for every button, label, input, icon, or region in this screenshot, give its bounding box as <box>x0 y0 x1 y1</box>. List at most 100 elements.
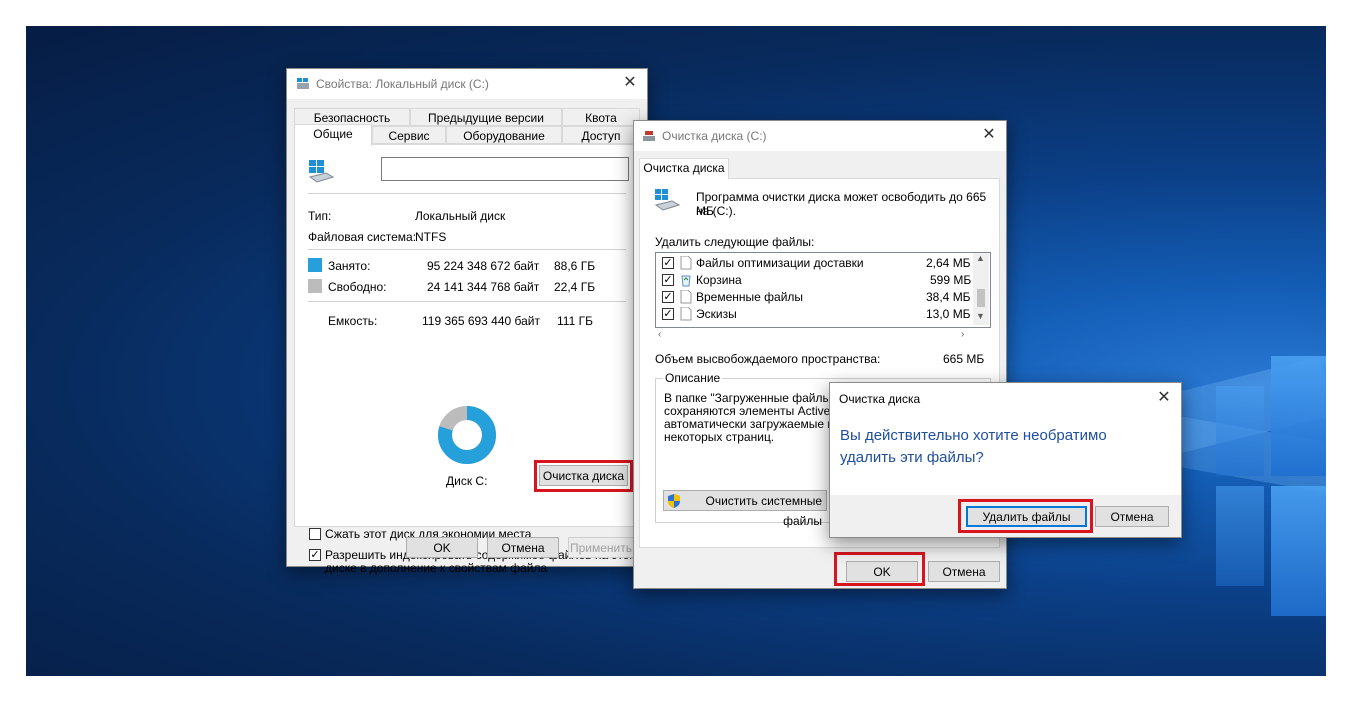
tab-hardware[interactable]: Оборудование <box>446 126 562 144</box>
general-panel: Тип: Локальный диск Файловая система: NT… <box>294 144 640 575</box>
cancel-button[interactable]: Отмена <box>1095 506 1169 527</box>
file-icon <box>680 290 692 304</box>
highlight-frame <box>958 499 1093 533</box>
index-checkbox[interactable]: ✓ <box>309 549 321 561</box>
file-size: 38,4 МБ <box>926 290 971 304</box>
used-label: Занято: <box>328 259 371 273</box>
file-checkbox[interactable]: ✓ <box>662 308 674 320</box>
capacity-bytes: 119 365 693 440 байт <box>422 314 541 328</box>
properties-titlebar[interactable]: Свойства: Локальный диск (C:) ✕ <box>287 69 647 99</box>
highlight-frame <box>834 552 925 586</box>
drive-icon <box>297 78 309 89</box>
highlight-frame <box>534 460 633 492</box>
index-label-line2: диске в дополнение к свойствам файла <box>325 561 548 575</box>
file-size: 2,64 МБ <box>926 256 971 270</box>
divider <box>308 301 626 302</box>
used-swatch <box>308 258 322 272</box>
cleanup-intro-line2: на (C:). <box>696 204 736 218</box>
file-icon <box>680 256 692 270</box>
properties-window: Свойства: Локальный диск (C:) ✕ Безопасн… <box>286 68 648 575</box>
file-checkbox[interactable]: ✓ <box>662 291 674 303</box>
cancel-button[interactable]: Отмена <box>928 561 1000 582</box>
drive-icon <box>308 160 334 183</box>
list-item[interactable]: ✓ Корзина 599 МБ <box>656 272 972 289</box>
description-line: некоторых страниц. <box>664 430 775 444</box>
used-bytes: 95 224 348 672 байт <box>427 259 540 273</box>
cancel-button[interactable]: Отмена <box>487 537 559 558</box>
clean-system-files-button[interactable]: Очистить системные файлы <box>663 490 827 528</box>
capacity-label: Емкость: <box>328 314 378 328</box>
type-value: Локальный диск <box>415 209 506 223</box>
recycle-bin-icon <box>681 275 691 287</box>
close-icon[interactable]: ✕ <box>1155 389 1173 407</box>
confirm-message-line1: Вы действительно хотите необратимо <box>840 427 1107 444</box>
file-size: 13,0 МБ <box>926 307 971 321</box>
disk-cleanup-icon <box>643 131 655 141</box>
disk-usage-donut <box>438 406 496 464</box>
compress-checkbox[interactable] <box>309 528 321 540</box>
divider <box>308 193 626 194</box>
free-bytes: 24 141 344 768 байт <box>427 280 540 294</box>
apply-button[interactable]: Применить <box>568 537 634 558</box>
horizontal-scrollbar[interactable]: ‹ › <box>656 328 972 344</box>
tab-disk-cleanup[interactable]: Очистка диска <box>639 158 729 179</box>
description-line: сохраняются элементы ActiveX и <box>664 404 849 418</box>
tab-sharing[interactable]: Доступ <box>562 126 640 144</box>
scroll-down-icon[interactable]: ▼ <box>976 311 985 321</box>
delete-files-label: Удалить следующие файлы: <box>655 235 815 249</box>
shield-icon <box>668 494 680 508</box>
list-item[interactable]: ✓ Файлы оптимизации доставки 2,64 МБ <box>656 255 972 272</box>
tab-general[interactable]: Общие <box>294 124 372 146</box>
confirm-title: Очистка диска <box>839 392 921 406</box>
cleanup-intro-line1: Программа очистки диска может освободить… <box>696 190 987 218</box>
free-gb: 22,4 ГБ <box>554 280 596 294</box>
list-item[interactable]: ✓ Эскизы 13,0 МБ <box>656 306 972 323</box>
free-label: Свободно: <box>328 280 387 294</box>
filesystem-label: Файловая система: <box>308 230 417 244</box>
free-swatch <box>308 279 322 293</box>
tab-service[interactable]: Сервис <box>372 126 446 144</box>
confirm-message-line2: удалить эти файлы? <box>840 449 984 466</box>
description-line: В папке "Загруженные файлы пр <box>664 391 848 405</box>
file-size: 599 МБ <box>930 273 972 287</box>
file-name: Файлы оптимизации доставки <box>696 256 864 270</box>
ok-button[interactable]: OK <box>406 537 478 558</box>
close-icon[interactable]: ✕ <box>621 74 639 92</box>
cleanup-title: Очистка диска (C:) <box>662 129 767 143</box>
file-checkbox[interactable]: ✓ <box>662 274 674 286</box>
divider <box>308 249 626 250</box>
description-line: автоматически загружаемые из <box>664 417 840 431</box>
windows-logo-pane <box>1216 486 1264 586</box>
space-label: Объем высвобождаемого пространства: <box>655 352 881 366</box>
type-label: Тип: <box>308 209 332 223</box>
tab-quota[interactable]: Квота <box>562 108 640 126</box>
used-gb: 88,6 ГБ <box>554 259 596 273</box>
files-list[interactable]: ✓ Файлы оптимизации доставки 2,64 МБ ✓ К… <box>655 252 991 328</box>
filesystem-value: NTFS <box>415 230 447 244</box>
drive-icon <box>654 189 680 211</box>
scroll-thumb[interactable] <box>977 289 985 307</box>
file-name: Эскизы <box>696 307 737 321</box>
tab-previous-versions[interactable]: Предыдущие версии <box>410 108 562 126</box>
list-item[interactable]: ✓ Временные файлы 38,4 МБ <box>656 289 972 306</box>
space-value: 665 МБ <box>943 352 985 366</box>
windows-logo-pane <box>1271 486 1326 616</box>
description-legend: Описание <box>663 371 723 385</box>
file-checkbox[interactable]: ✓ <box>662 257 674 269</box>
windows-logo-pane <box>1216 386 1264 476</box>
file-name: Корзина <box>696 273 742 287</box>
list-scrollbar[interactable]: ▲ ▼ <box>973 253 989 325</box>
file-name: Временные файлы <box>696 290 804 304</box>
scroll-right-icon[interactable]: › <box>961 329 964 340</box>
file-icon <box>680 307 692 321</box>
capacity-gb: 111 ГБ <box>557 314 593 328</box>
close-icon[interactable]: ✕ <box>980 126 998 144</box>
confirm-dialog: Очистка диска ✕ Вы действительно хотите … <box>829 382 1182 538</box>
disk-label: Диск C: <box>446 474 488 488</box>
scroll-left-icon[interactable]: ‹ <box>658 329 661 340</box>
properties-title: Свойства: Локальный диск (C:) <box>316 77 489 91</box>
windows-logo-pane <box>1271 356 1326 476</box>
drive-name-input[interactable] <box>381 157 629 181</box>
cleanup-titlebar[interactable]: Очистка диска (C:) ✕ <box>634 121 1006 151</box>
scroll-up-icon[interactable]: ▲ <box>976 253 985 263</box>
